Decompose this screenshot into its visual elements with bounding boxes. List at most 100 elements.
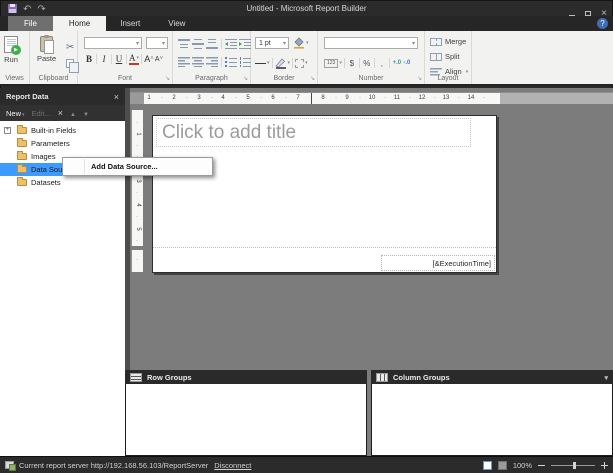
copy-icon[interactable] [66, 59, 74, 68]
zoom-in-icon[interactable] [601, 462, 608, 469]
design-view-icon[interactable] [483, 461, 492, 470]
percent-button[interactable]: % [362, 57, 372, 69]
zoom-out-icon[interactable] [538, 465, 545, 466]
decrease-decimal-icon[interactable]: -.0 [402, 57, 412, 69]
ruler-number: 13 [441, 95, 451, 101]
window-title: Untitled - Microsoft Report Builder [0, 4, 613, 13]
folder-icon [17, 127, 27, 134]
bullets-icon[interactable] [225, 57, 237, 67]
tab-file[interactable]: File [8, 16, 53, 31]
ruler-number: 8 [318, 95, 328, 101]
tab-insert[interactable]: Insert [106, 16, 154, 31]
run-label: Run [4, 55, 18, 64]
save-icon[interactable] [8, 4, 17, 13]
undo-icon[interactable] [23, 0, 31, 17]
split-button[interactable]: Split [430, 52, 460, 61]
fill-color-icon[interactable] [293, 37, 309, 49]
run-button[interactable]: Run [4, 36, 18, 64]
new-button[interactable]: New [6, 109, 25, 118]
comma-button[interactable]: , [377, 57, 387, 69]
shrink-font-button[interactable]: A [154, 53, 164, 65]
ruler-number: 12 [417, 95, 427, 101]
report-data-header: Report Data [0, 88, 125, 105]
row-groups-pane[interactable] [125, 384, 367, 456]
tab-view[interactable]: View [154, 16, 199, 31]
align-center-icon[interactable] [192, 57, 204, 67]
horizontal-ruler: · 1 2 3 4 5 6 7 8 9 10 11 12 13 14 [130, 92, 613, 104]
border-width-select[interactable]: 1 pt [255, 37, 289, 49]
help-icon[interactable] [597, 18, 608, 29]
delete-icon[interactable] [58, 109, 63, 117]
bold-button[interactable]: B [84, 53, 94, 65]
report-title-textbox[interactable]: Click to add title [156, 118, 471, 147]
border-color-icon[interactable] [275, 57, 291, 69]
run-view-icon[interactable] [498, 461, 507, 470]
execution-time-textbox[interactable]: [&ExecutionTime] [381, 255, 495, 271]
valign-middle-icon[interactable] [192, 39, 204, 49]
valign-bottom-icon[interactable] [206, 39, 218, 49]
ruler-number: 7 [293, 95, 303, 101]
tree-item-datasets[interactable]: Datasets [0, 176, 125, 189]
maximize-icon[interactable] [585, 11, 591, 16]
main-area: Report Data New Edit... Built-in Fields [0, 88, 613, 456]
tree-item-built-in-fields[interactable]: Built-in Fields [0, 124, 125, 137]
font-name-select[interactable] [84, 37, 142, 49]
grow-font-button[interactable]: A [144, 53, 154, 65]
tree-item-parameters[interactable]: Parameters [0, 137, 125, 150]
panel-close-icon[interactable] [114, 92, 119, 102]
folder-icon [17, 140, 27, 147]
run-icon [4, 36, 18, 53]
move-down-icon[interactable] [83, 109, 89, 118]
group-label-views: Views [0, 75, 29, 82]
edit-button[interactable]: Edit... [32, 109, 51, 118]
currency-button[interactable]: $ [347, 57, 357, 69]
column-groups-title: Column Groups [393, 373, 450, 382]
zoom-slider-thumb[interactable] [573, 462, 576, 469]
vertical-ruler: · 1 · 2 · 3 · 4 · 5 · [131, 110, 143, 246]
cut-icon[interactable] [66, 37, 74, 55]
ruler-number: 1 [144, 95, 154, 101]
line-style-icon[interactable] [255, 57, 270, 69]
align-right-icon[interactable] [206, 57, 218, 67]
ribbon-group-views: Run Views [0, 31, 30, 84]
paste-button[interactable]: Paste [37, 36, 56, 63]
tree-item-label: Datasets [31, 178, 61, 187]
zoom-slider[interactable] [551, 465, 595, 466]
ruler-number: 2 [169, 95, 179, 101]
report-builder-window: Untitled - Microsoft Report Builder File… [0, 0, 613, 473]
font-color-button[interactable]: A [129, 53, 139, 65]
numbering-icon[interactable] [239, 57, 251, 67]
report-design-surface[interactable]: Click to add title [&ExecutionTime] [152, 115, 497, 273]
ribbon-group-layout: Merge Split Align Layout [425, 31, 472, 84]
merge-button[interactable]: Merge [430, 37, 466, 46]
number-digits-icon[interactable]: 123 [324, 57, 342, 69]
column-groups-icon [376, 373, 388, 382]
ruler-number: 9 [342, 95, 352, 101]
ruler-number: 5 [135, 223, 141, 235]
ruler-number: 5 [243, 95, 253, 101]
decrease-indent-icon[interactable] [225, 39, 237, 49]
column-groups-pane[interactable] [371, 384, 613, 456]
tree-item-label: Built-in Fields [31, 126, 76, 135]
tab-home[interactable]: Home [53, 16, 106, 31]
align-left-icon[interactable] [178, 57, 190, 67]
zoom-level: 100% [513, 461, 532, 470]
move-up-icon[interactable] [70, 109, 76, 118]
expand-icon[interactable] [4, 127, 11, 134]
redo-icon[interactable] [37, 0, 45, 17]
number-format-select[interactable] [324, 37, 418, 49]
menu-item-add-data-source[interactable]: Add Data Source... [63, 162, 158, 171]
italic-button[interactable]: I [99, 53, 109, 65]
valign-top-icon[interactable] [178, 39, 190, 49]
report-data-title: Report Data [6, 92, 49, 101]
underline-button[interactable]: U [114, 53, 124, 65]
grouping-options-icon[interactable] [604, 373, 608, 382]
paste-icon [40, 36, 53, 52]
border-box-icon[interactable] [295, 57, 308, 69]
increase-indent-icon[interactable] [239, 39, 251, 49]
increase-decimal-icon[interactable]: +.0 [392, 57, 402, 69]
disconnect-link[interactable]: Disconnect [214, 461, 251, 470]
folder-icon [17, 179, 27, 186]
report-server-icon [5, 461, 14, 469]
font-size-select[interactable] [146, 37, 168, 49]
